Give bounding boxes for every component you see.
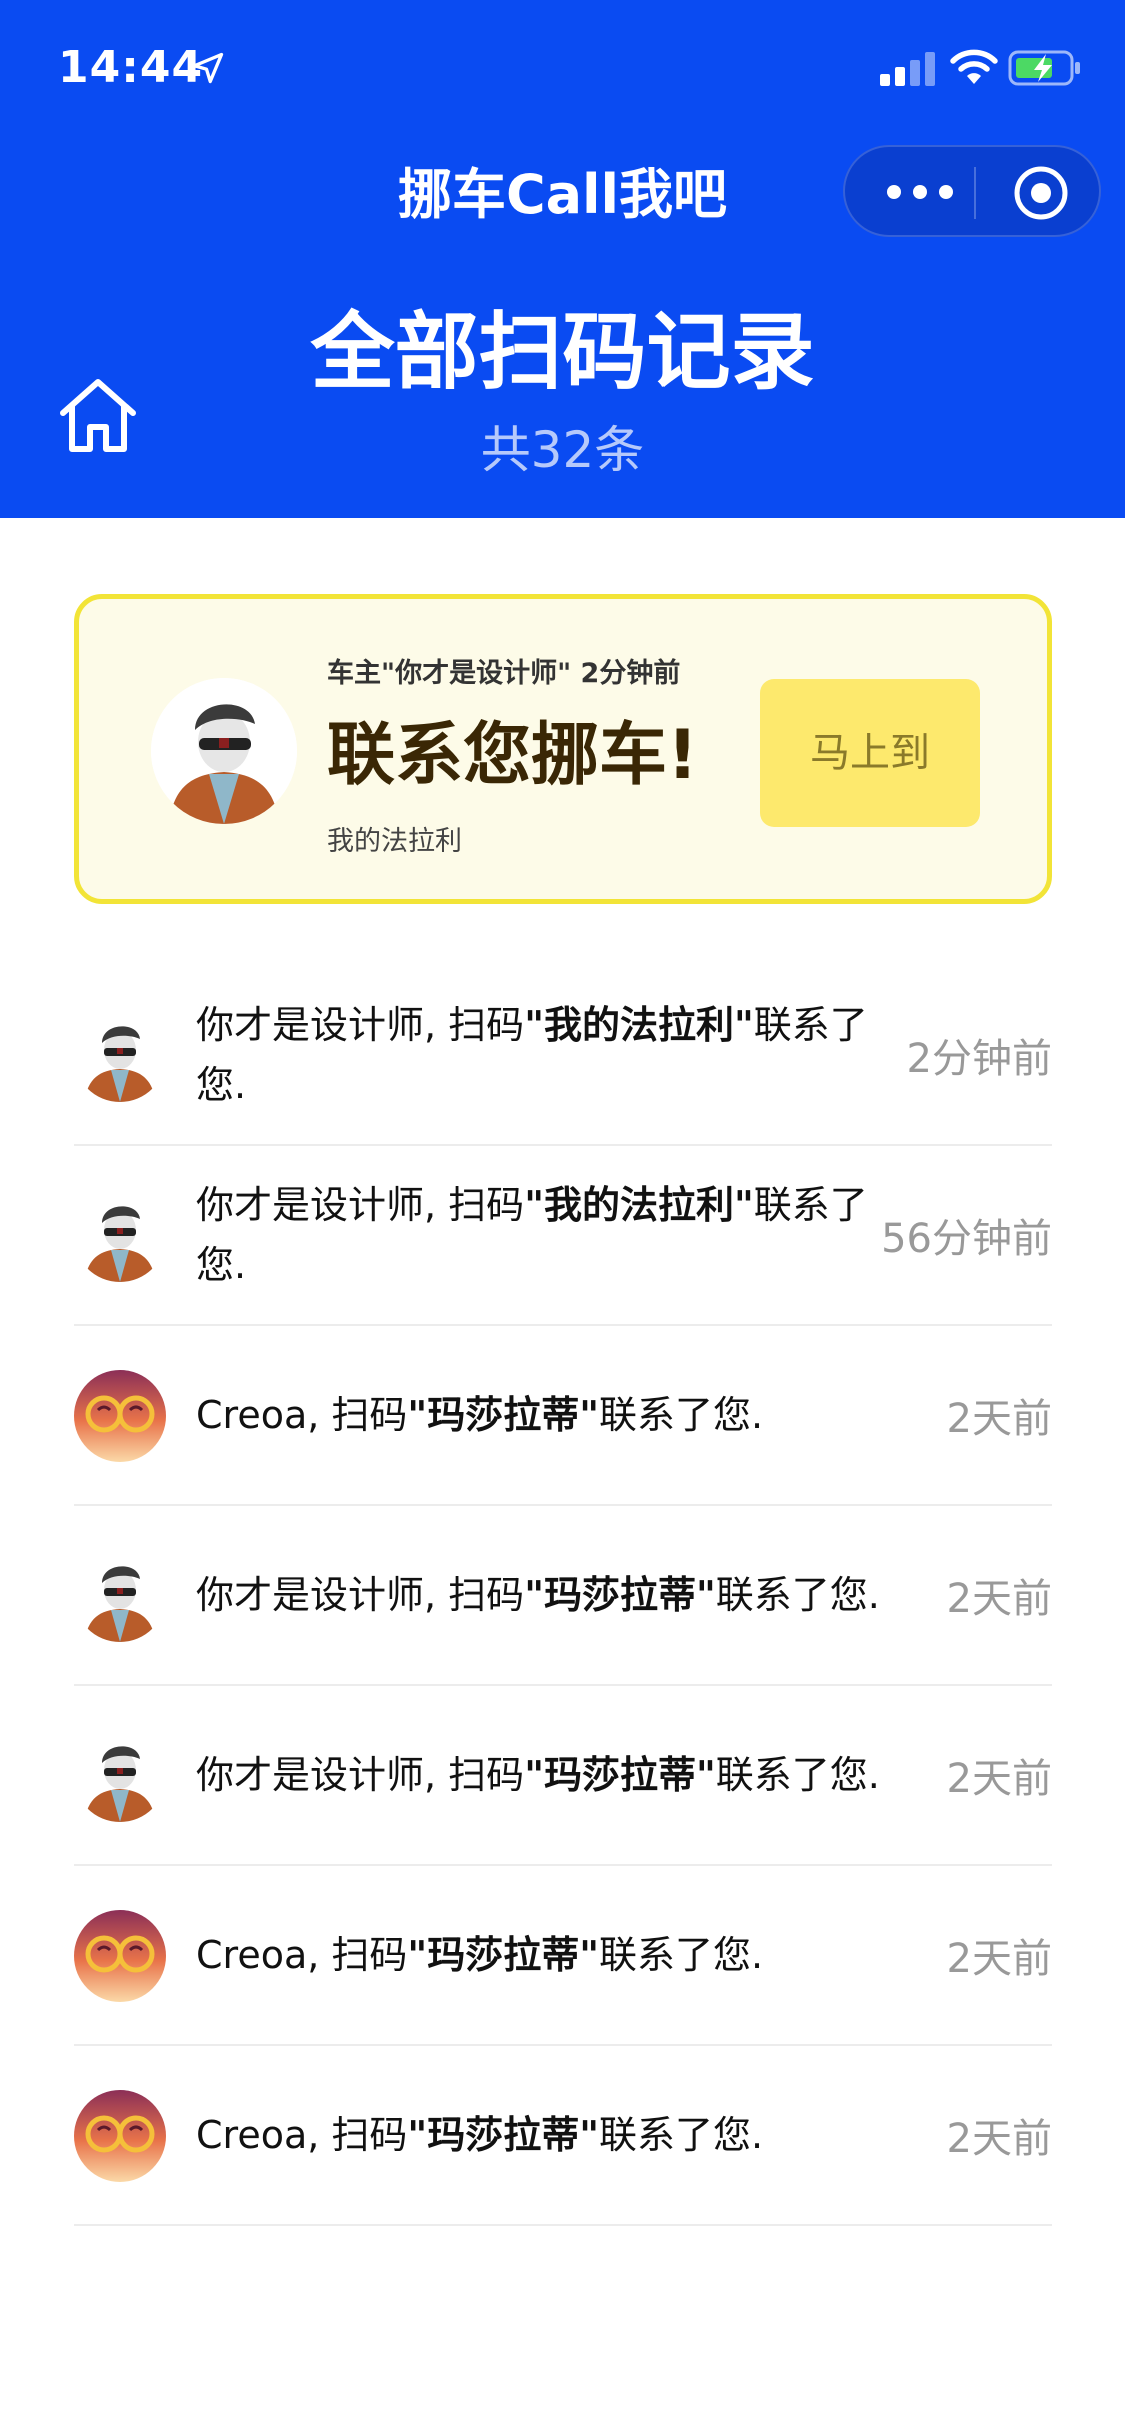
record-tail: 联系了您.: [715, 1753, 880, 1797]
notice-headline: 联系您挪车!: [327, 716, 699, 795]
record-action: , 扫码: [424, 1003, 525, 1047]
status-bar: 14:44: [0, 0, 1125, 140]
record-avatar: [74, 1550, 166, 1642]
record-time: 2天前: [946, 1756, 1052, 1802]
record-text: Creoa, 扫码"玛莎拉蒂"联系了您.: [196, 2046, 886, 2224]
owner-avatar: [151, 678, 297, 824]
record-text: 你才是设计师, 扫码"我的法拉利"联系了您.: [196, 1146, 886, 1324]
record-action: , 扫码: [307, 2113, 408, 2157]
record-avatar: [74, 1730, 166, 1822]
scan-record-list: 你才是设计师, 扫码"我的法拉利"联系了您. 2分钟前 你才是设计师, 扫码"我的法…: [74, 966, 1052, 2226]
scan-record-row[interactable]: Creoa, 扫码"玛莎拉蒂"联系了您. 2天前: [74, 1326, 1052, 1506]
record-text: Creoa, 扫码"玛莎拉蒂"联系了您.: [196, 1866, 886, 2044]
page-title: 全部扫码记录: [310, 303, 815, 401]
scan-record-row[interactable]: 你才是设计师, 扫码"玛莎拉蒂"联系了您. 2天前: [74, 1506, 1052, 1686]
record-count: 共32条: [480, 421, 645, 479]
record-action: , 扫码: [424, 1753, 525, 1797]
scan-record-row[interactable]: Creoa, 扫码"玛莎拉蒂"联系了您. 2天前: [74, 2046, 1052, 2226]
scan-record-row[interactable]: Creoa, 扫码"玛莎拉蒂"联系了您. 2天前: [74, 1866, 1052, 2046]
mini-program-capsule: [843, 145, 1101, 237]
scan-record-row[interactable]: 你才是设计师, 扫码"玛莎拉蒂"联系了您. 2天前: [74, 1686, 1052, 1866]
header-bar: 14:44 挪车Call我吧 全部扫码记录 共32条: [0, 0, 1125, 518]
more-icon[interactable]: [885, 177, 955, 207]
wifi-icon: [950, 49, 998, 84]
close-target-icon[interactable]: [1013, 165, 1069, 221]
record-time: 2天前: [946, 1576, 1052, 1622]
record-avatar: [74, 1370, 166, 1462]
record-time: 2天前: [946, 1396, 1052, 1442]
record-user: 你才是设计师: [196, 1003, 425, 1047]
record-tail: 联系了您.: [715, 1573, 880, 1617]
record-tail: 联系了您.: [599, 2113, 764, 2157]
record-tail: 联系了您.: [599, 1933, 764, 1977]
status-time: 14:44: [58, 42, 204, 93]
record-user: Creoa: [196, 2113, 308, 2157]
record-car: "玛莎拉蒂": [407, 2113, 600, 2157]
battery-charging-icon: [1008, 50, 1080, 86]
record-text: 你才是设计师, 扫码"玛莎拉蒂"联系了您.: [196, 1686, 886, 1864]
location-arrow-icon: [192, 52, 224, 84]
record-action: , 扫码: [424, 1573, 525, 1617]
record-text: 你才是设计师, 扫码"玛莎拉蒂"联系了您.: [196, 1506, 886, 1684]
record-user: 你才是设计师: [196, 1753, 425, 1797]
record-avatar: [74, 1190, 166, 1282]
record-car: "玛莎拉蒂": [407, 1393, 600, 1437]
record-user: Creoa: [196, 1933, 308, 1977]
scan-record-row[interactable]: 你才是设计师, 扫码"我的法拉利"联系了您. 2分钟前: [74, 966, 1052, 1146]
record-text: 你才是设计师, 扫码"我的法拉利"联系了您.: [196, 966, 886, 1144]
record-avatar: [74, 1910, 166, 2002]
record-action: , 扫码: [307, 1393, 408, 1437]
move-car-notice-card: 车主"你才是设计师" 2分钟前 联系您挪车! 我的法拉利 马上到: [74, 594, 1052, 904]
record-user: 你才是设计师: [196, 1573, 425, 1617]
notice-car-name: 我的法拉利: [327, 826, 462, 857]
record-action: , 扫码: [424, 1183, 525, 1227]
record-time: 56分钟前: [881, 1216, 1052, 1262]
record-time: 2天前: [946, 1936, 1052, 1982]
record-car: "玛莎拉蒂": [524, 1753, 716, 1797]
capsule-divider: [974, 167, 976, 219]
scan-record-row[interactable]: 你才是设计师, 扫码"我的法拉利"联系了您. 56分钟前: [74, 1146, 1052, 1326]
record-avatar: [74, 2090, 166, 2182]
coming-now-button[interactable]: 马上到: [760, 679, 980, 827]
record-car: "我的法拉利": [524, 1183, 754, 1227]
record-car: "玛莎拉蒂": [407, 1933, 600, 1977]
record-time: 2天前: [946, 2116, 1052, 2162]
record-user: 你才是设计师: [196, 1183, 425, 1227]
record-user: Creoa: [196, 1393, 308, 1437]
record-time: 2分钟前: [906, 1036, 1052, 1082]
record-action: , 扫码: [307, 1933, 408, 1977]
record-tail: 联系了您.: [599, 1393, 764, 1437]
record-car: "我的法拉利": [524, 1003, 754, 1047]
record-avatar: [74, 1010, 166, 1102]
record-car: "玛莎拉蒂": [524, 1573, 716, 1617]
cellular-signal-icon: [880, 52, 935, 86]
record-text: Creoa, 扫码"玛莎拉蒂"联系了您.: [196, 1326, 886, 1504]
notice-meta: 车主"你才是设计师" 2分钟前: [327, 658, 681, 689]
